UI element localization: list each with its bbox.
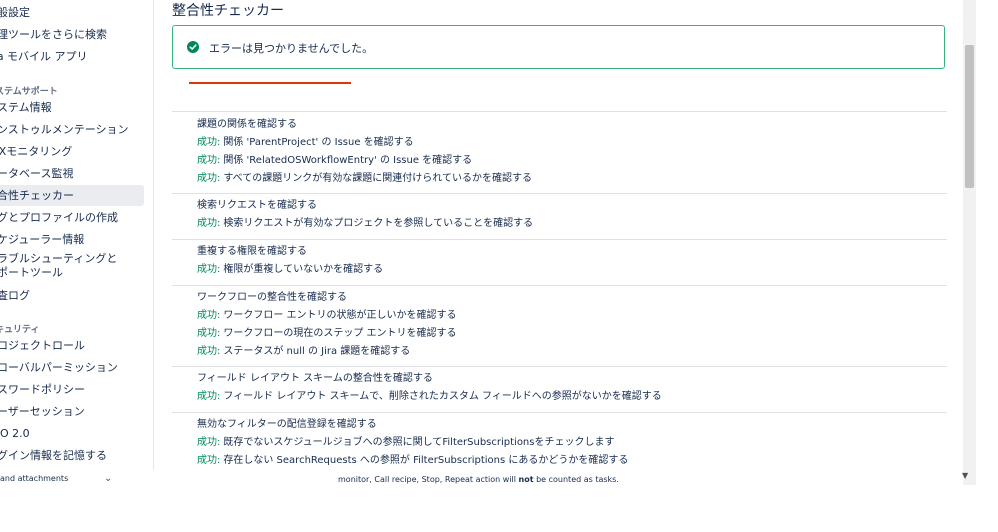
check-result: 成功: 関係 'RelatedOSWorkflowEntry' の Issue を…: [197, 152, 532, 170]
sidebar-item-project-roles[interactable]: プロジェクトロール: [0, 335, 144, 356]
check-result-text: ワークフロー エントリの状態が正しいかを確認する: [223, 310, 457, 321]
check-result: 成功: ワークフロー エントリの状態が正しいかを確認する: [197, 307, 457, 325]
check-group-issue-relations: 課題の関係を確認する 成功: 関係 'ParentProject' の Issue…: [197, 116, 532, 188]
scrollbar-thumb[interactable]: [965, 45, 974, 188]
sidebar-section-security: セキュリティ: [0, 325, 40, 335]
sidebar-item-scheduler-info[interactable]: スケジューラー情報: [0, 229, 144, 250]
status-success: 成功:: [197, 173, 221, 184]
check-result: 成功: 関係 'ParentProject' の Issue を確認する: [197, 134, 532, 152]
check-result-text: 既存でないスケジュールジョブへの参照に関してFilterSubscription…: [223, 437, 615, 448]
notice-bold: not: [518, 475, 534, 484]
check-result-text: 関係 'RelatedOSWorkflowEntry' の Issue を確認す…: [223, 155, 473, 166]
sidebar-item-audit-log[interactable]: 監査ログ: [0, 285, 144, 306]
sidebar-item-sso[interactable]: SSO 2.0: [0, 423, 144, 444]
check-result: 成功: 存在しない SearchRequests への参照が FilterSubs…: [197, 452, 628, 470]
check-group-title: 検索リクエストを確認する: [197, 200, 317, 211]
sidebar-item-jmx-monitoring[interactable]: JMXモニタリング: [0, 141, 144, 162]
bottom-notice-text: monitor, Call recipe, Stop, Repeat actio…: [338, 470, 619, 490]
check-result-text: ワークフローの現在のステップ エントリを確認する: [223, 328, 457, 339]
check-result-text: フィールド レイアウト スキームで、削除されたカスタム フィールドへの参照がない…: [223, 391, 662, 402]
sidebar-item-system-info[interactable]: システム情報: [0, 97, 144, 118]
check-result: 成功: フィールド レイアウト スキームで、削除されたカスタム フィールドへの参照…: [197, 388, 662, 406]
status-success: 成功:: [197, 437, 221, 448]
check-group-title: フィールド レイアウト スキームの整合性を確認する: [197, 373, 433, 384]
check-result: 成功: 検索リクエストが有効なプロジェクトを参照していることを確認する: [197, 215, 533, 233]
sidebar-item-troubleshooting-support[interactable]: トラブルシューティングとサポートツール: [0, 252, 126, 284]
status-success: 成功:: [197, 218, 221, 229]
check-result-text: 存在しない SearchRequests への参照が FilterSubscri…: [223, 455, 629, 466]
sidebar-item-global-permissions[interactable]: グローバルパーミッション: [0, 357, 144, 378]
check-circle-icon: [187, 41, 199, 53]
bottom-notice-bar: monitor, Call recipe, Stop, Repeat actio…: [0, 470, 962, 488]
divider: [172, 285, 947, 286]
status-success: 成功:: [197, 455, 221, 466]
check-result: 成功: ステータスが null の Jira 課題を確認する: [197, 343, 457, 361]
check-group-title: 無効なフィルターの配信登録を確認する: [197, 419, 377, 430]
notice-suffix: be counted as tasks.: [533, 475, 619, 484]
check-group-filter-subscriptions: 無効なフィルターの配信登録を確認する 成功: 既存でないスケジュールジョブへの参照…: [197, 416, 628, 470]
sidebar-item-logging-profiling[interactable]: ログとプロファイルの作成: [0, 207, 144, 228]
divider: [172, 111, 947, 112]
check-group-field-layout-scheme: フィールド レイアウト スキームの整合性を確認する 成功: フィールド レイアウト…: [197, 370, 662, 406]
success-message: エラーは見つかりませんでした。: [209, 42, 374, 55]
admin-sidebar: 一般設定 管理ツールをさらに検索 Jira モバイル アプリ システムサポート …: [0, 0, 154, 470]
check-group-title: 課題の関係を確認する: [197, 119, 297, 130]
sidebar-item-integrity-checker[interactable]: 整合性チェッカー: [0, 185, 144, 206]
check-result-text: すべての課題リンクが有効な課題に関連付けられているかを確認する: [223, 173, 532, 184]
check-group-search-requests: 検索リクエストを確認する 成功: 検索リクエストが有効なプロジェクトを参照している…: [197, 197, 533, 233]
page-title: 整合性チェッカー: [172, 3, 284, 19]
check-result-text: 権限が重複していないかを確認する: [223, 264, 384, 275]
divider: [172, 193, 947, 194]
sidebar-item-search-admin-tools[interactable]: 管理ツールをさらに検索: [0, 24, 144, 45]
check-group-workflow-integrity: ワークフローの整合性を確認する 成功: ワークフロー エントリの状態が正しいかを確…: [197, 289, 457, 361]
divider: [172, 239, 947, 240]
check-group-duplicate-permissions: 重複する権限を確認する 成功: 権限が重複していないかを確認する: [197, 243, 383, 279]
status-success: 成功:: [197, 264, 221, 275]
sidebar-item-remember-login[interactable]: ログイン情報を記憶する: [0, 445, 144, 466]
check-result: 成功: 権限が重複していないかを確認する: [197, 261, 383, 279]
scroll-down-arrow-icon[interactable]: ▼: [962, 471, 968, 480]
annotation-underline: [189, 82, 351, 84]
sidebar-item-general-settings[interactable]: 一般設定: [0, 2, 144, 23]
status-success: 成功:: [197, 391, 221, 402]
status-success: 成功:: [197, 346, 221, 357]
sidebar-item-jira-mobile-app[interactable]: Jira モバイル アプリ: [0, 46, 144, 67]
check-result-text: 関係 'ParentProject' の Issue を確認する: [223, 137, 414, 148]
sidebar-item-user-sessions[interactable]: ユーザーセッション: [0, 401, 144, 422]
sidebar-item-database-monitoring[interactable]: データベース監視: [0, 163, 144, 184]
status-success: 成功:: [197, 137, 221, 148]
check-result: 成功: ワークフローの現在のステップ エントリを確認する: [197, 325, 457, 343]
divider: [172, 366, 947, 367]
check-group-title: 重複する権限を確認する: [197, 246, 307, 257]
notice-prefix: monitor, Call recipe, Stop, Repeat actio…: [338, 475, 519, 484]
sidebar-item-instrumentation[interactable]: インストゥルメンテーション: [0, 119, 144, 140]
check-result: 成功: 既存でないスケジュールジョブへの参照に関してFilterSubscript…: [197, 434, 628, 452]
status-success: 成功:: [197, 155, 221, 166]
sidebar-section-system-support: システムサポート: [0, 87, 58, 97]
check-group-title: ワークフローの整合性を確認する: [197, 292, 347, 303]
status-success: 成功:: [197, 328, 221, 339]
check-result-text: ステータスが null の Jira 課題を確認する: [223, 346, 411, 357]
sidebar-item-password-policy[interactable]: パスワードポリシー: [0, 379, 144, 400]
success-message-box: エラーは見つかりませんでした。: [172, 25, 945, 84]
check-result: 成功: すべての課題リンクが有効な課題に関連付けられているかを確認する: [197, 170, 532, 188]
status-success: 成功:: [197, 310, 221, 321]
check-result-text: 検索リクエストが有効なプロジェクトを参照していることを確認する: [223, 218, 534, 229]
divider: [172, 412, 947, 413]
